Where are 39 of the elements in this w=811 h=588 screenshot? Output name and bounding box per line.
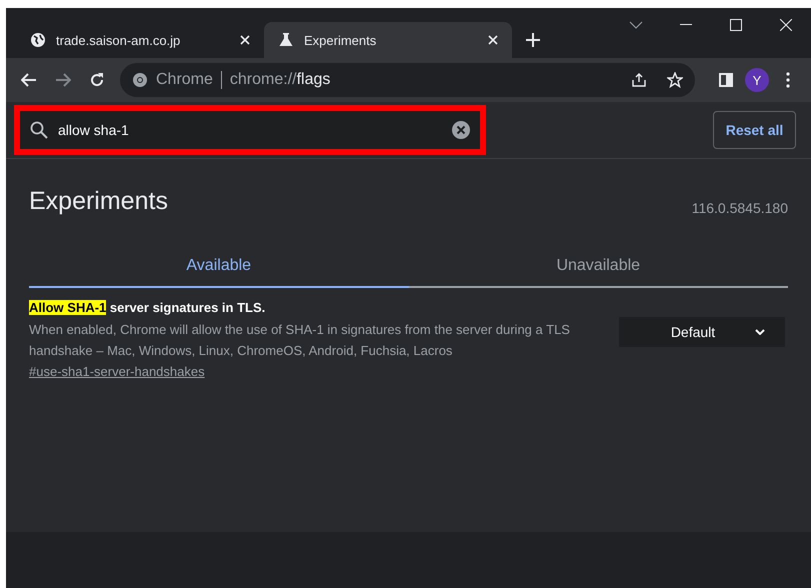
side-panel-icon xyxy=(719,73,733,87)
reset-all-button[interactable]: Reset all xyxy=(713,111,796,149)
flag-title: Allow SHA-1 server signatures in TLS. xyxy=(29,300,266,315)
search-field[interactable]: allow sha-1 xyxy=(56,121,444,139)
plus-icon xyxy=(526,33,540,47)
flag-dropdown[interactable]: Default xyxy=(619,316,785,346)
search-field[interactable]: allow sha-1 xyxy=(20,111,480,149)
more-icon xyxy=(786,72,790,88)
address-bar[interactable]: Chrome chrome://flags xyxy=(120,63,695,97)
close-icon[interactable] xyxy=(488,35,498,45)
back-icon xyxy=(21,73,37,87)
page-heading: Experiments xyxy=(29,187,168,216)
chrome-icon xyxy=(132,72,148,88)
url-text: chrome://flags xyxy=(230,71,332,89)
clear-icon[interactable] xyxy=(452,121,470,139)
share-icon[interactable] xyxy=(631,72,647,88)
maximize-icon xyxy=(730,19,742,31)
flag-description: When enabled, Chrome will allow the use of SHA-1 in signatures from the server during a TLS handshake – Mac, Windows, Linux, ChromeOS, Android, Fuchsia, Lacros xyxy=(29,321,571,360)
browser-tab[interactable]: trade.saison-am.co.jp xyxy=(16,22,264,58)
tab-title: Experiments xyxy=(304,32,378,48)
reload-icon xyxy=(89,72,105,88)
close-icon xyxy=(780,19,792,31)
chevron-down-icon xyxy=(629,21,643,29)
tab[interactable]: Available xyxy=(29,244,408,288)
flask-icon xyxy=(278,32,294,48)
minimize-icon xyxy=(680,24,692,26)
forward-icon xyxy=(55,73,71,87)
profile-avatar[interactable]: Y xyxy=(745,68,769,92)
tab-title: trade.saison-am.co.jp xyxy=(56,32,182,48)
search-icon xyxy=(30,121,48,139)
browser-tab[interactable]: Experiments xyxy=(264,22,512,58)
version-text: 116.0.5845.180 xyxy=(692,200,788,216)
flag-link[interactable]: #use-sha1-server-handshakes xyxy=(29,364,205,379)
globe-icon xyxy=(30,32,46,48)
close-icon[interactable] xyxy=(240,35,250,45)
star-icon[interactable] xyxy=(667,72,683,88)
chevron-icon xyxy=(755,328,766,334)
site-label: Chrome xyxy=(156,71,222,89)
tab[interactable]: Unavailable xyxy=(408,244,788,288)
